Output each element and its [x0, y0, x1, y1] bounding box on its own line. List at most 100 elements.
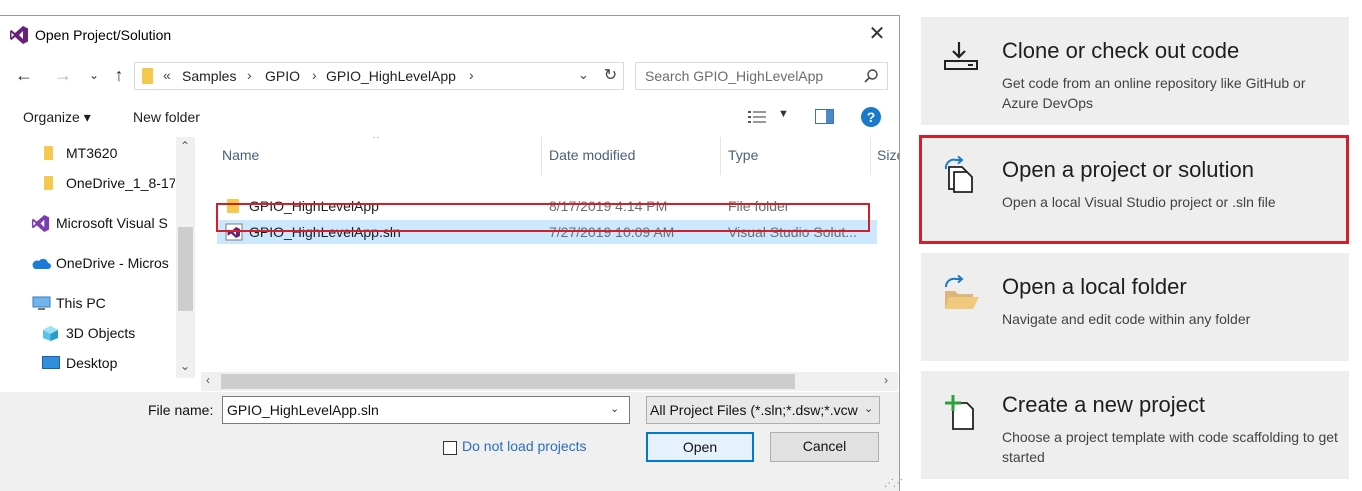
open-project-icon	[944, 155, 973, 193]
file-type-filter-select[interactable]: All Project Files (*.sln;*.dsw;*.vcw	[646, 396, 880, 424]
help-icon[interactable]: ?	[861, 107, 881, 127]
card-description: Get code from an online repository like …	[1002, 75, 1306, 111]
file-name-label: File name:	[148, 402, 214, 418]
scroll-up-icon[interactable]: ⌃	[180, 139, 190, 153]
chevron-right-icon[interactable]: ›	[469, 67, 474, 83]
nav-item-label: MT3620	[66, 145, 118, 161]
nav-item-mt3620[interactable]: MT3620	[0, 140, 175, 166]
forward-button[interactable]: →	[51, 63, 75, 87]
address-bar[interactable]: « Samples › GPIO › GPIO_HighLevelApp › ⌄	[134, 62, 624, 90]
details-view-icon[interactable]	[748, 110, 766, 124]
nav-item-microsoft-visual-studio[interactable]: Microsoft Visual S	[0, 210, 175, 236]
breadcrumb-gpio-highlevelapp[interactable]: GPIO_HighLevelApp	[326, 68, 456, 84]
do-not-load-projects-label[interactable]: Do not load projects	[462, 438, 587, 454]
chevron-down-icon[interactable]: ⌄	[578, 67, 589, 83]
scroll-down-icon[interactable]: ⌄	[180, 359, 190, 373]
scrollbar-thumb[interactable]	[221, 374, 795, 389]
nav-pane-scrollbar[interactable]: ⌃ ⌄	[176, 137, 195, 378]
search-input[interactable]: Search GPIO_HighLevelApp	[635, 62, 888, 90]
chevron-down-icon[interactable]: ⌄	[864, 402, 873, 415]
nav-item-onedrive-microsoft[interactable]: OneDrive - Micros	[0, 250, 175, 276]
breadcrumb-samples[interactable]: Samples	[182, 68, 236, 84]
new-project-icon	[945, 395, 974, 430]
card-title: Create a new project	[1002, 392, 1205, 417]
close-button[interactable]: ✕	[865, 23, 889, 47]
arrow-left-icon: ←	[15, 65, 33, 85]
overflow-crumbs[interactable]: «	[163, 67, 171, 83]
preview-pane-icon[interactable]	[815, 109, 834, 124]
navigation-pane: MT3620 OneDrive_1_8-17 Microsoft Visual …	[0, 137, 195, 378]
scroll-right-icon[interactable]: ›	[884, 373, 888, 387]
card-title: Open a project or solution	[1002, 157, 1254, 182]
nav-item-3d-objects[interactable]: 3D Objects	[0, 320, 175, 346]
desktop-icon	[42, 356, 60, 369]
recent-locations-button[interactable]: ⌄	[82, 63, 106, 87]
scroll-left-icon[interactable]: ‹	[206, 373, 210, 387]
open-project-card[interactable]: Open a project or solution Open a local …	[919, 135, 1349, 244]
column-header-date-modified[interactable]: Date modified	[549, 147, 635, 163]
nav-item-desktop[interactable]: Desktop	[0, 350, 175, 376]
nav-item-label: OneDrive_1_8-17	[66, 175, 175, 191]
clone-download-icon	[944, 42, 978, 70]
file-name-input[interactable]: GPIO_HighLevelApp.sln	[222, 396, 630, 424]
breadcrumb-gpio[interactable]: GPIO	[265, 68, 300, 84]
dialog-titlebar: Open Project/Solution ✕	[0, 16, 899, 54]
onedrive-cloud-icon	[32, 258, 51, 269]
refresh-icon: ↻	[603, 67, 618, 84]
selected-file-highlight	[216, 203, 870, 232]
up-button[interactable]: ↑	[107, 63, 131, 87]
chevron-right-icon[interactable]: ›	[312, 67, 317, 83]
arrow-up-icon: ↑	[114, 65, 124, 85]
file-list-horizontal-scrollbar[interactable]: ‹ ›	[201, 372, 898, 391]
new-folder-button[interactable]: New folder	[133, 109, 200, 125]
open-folder-card[interactable]: Open a local folder Navigate and edit co…	[921, 253, 1349, 361]
nav-item-label: Desktop	[66, 355, 118, 371]
arrow-right-icon: →	[54, 65, 72, 85]
organize-button[interactable]: Organize ▾	[23, 109, 91, 126]
pc-icon	[32, 296, 51, 310]
column-header-size[interactable]: Size	[877, 147, 899, 163]
column-header-name[interactable]: Name	[222, 147, 259, 163]
open-folder-icon	[945, 275, 979, 309]
search-icon	[864, 69, 878, 83]
column-divider[interactable]	[720, 137, 721, 175]
back-button[interactable]: ←	[12, 63, 36, 87]
nav-item-this-pc[interactable]: This PC	[0, 290, 175, 316]
nav-item-label: This PC	[56, 295, 106, 311]
card-title: Clone or check out code	[1002, 38, 1240, 63]
refresh-button[interactable]: ↻	[598, 62, 624, 90]
resize-grip-icon[interactable]: ⋰⋰	[884, 478, 903, 489]
new-project-card[interactable]: Create a new project Choose a project te…	[921, 371, 1349, 479]
column-divider[interactable]	[541, 137, 542, 175]
column-header-type[interactable]: Type	[728, 147, 758, 163]
nav-item-label: 3D Objects	[66, 325, 136, 341]
card-title: Open a local folder	[1002, 274, 1187, 299]
chevron-right-icon[interactable]: ›	[247, 67, 252, 83]
open-button[interactable]: Open	[646, 432, 754, 462]
dialog-toolbar: Organize ▾ New folder ▼ ?	[0, 102, 899, 132]
card-description: Open a local Visual Studio project or .s…	[1002, 194, 1276, 210]
folder-icon	[44, 146, 53, 160]
chevron-down-icon: ⌄	[88, 68, 100, 82]
do-not-load-projects-checkbox[interactable]	[443, 441, 457, 455]
cancel-button[interactable]: Cancel	[770, 432, 879, 462]
folder-icon	[44, 176, 53, 190]
open-project-dialog: Open Project/Solution ✕ ← → ⌄ ↑ « Sample…	[0, 15, 903, 491]
navigation-row: ← → ⌄ ↑ « Samples › GPIO › GPIO_HighLeve…	[0, 59, 899, 91]
nav-item-label: Microsoft Visual S	[56, 215, 168, 231]
scrollbar-thumb[interactable]	[178, 227, 193, 311]
folder-icon	[142, 68, 153, 84]
nav-item-label: OneDrive - Micros	[56, 255, 169, 271]
visual-studio-icon	[10, 26, 28, 44]
nav-item-onedrive-folder[interactable]: OneDrive_1_8-17	[0, 170, 175, 196]
search-placeholder: Search GPIO_HighLevelApp	[645, 68, 824, 84]
column-divider[interactable]	[870, 137, 871, 175]
close-icon: ✕	[868, 23, 886, 45]
card-description: Navigate and edit code within any folder	[1002, 311, 1251, 327]
3d-objects-icon	[43, 326, 58, 341]
chevron-down-icon[interactable]: ⌄	[610, 402, 619, 415]
view-dropdown-icon[interactable]: ▼	[778, 108, 789, 120]
clone-code-card[interactable]: Clone or check out code Get code from an…	[921, 17, 1349, 125]
dialog-title: Open Project/Solution	[35, 27, 172, 43]
visual-studio-icon	[31, 214, 50, 233]
